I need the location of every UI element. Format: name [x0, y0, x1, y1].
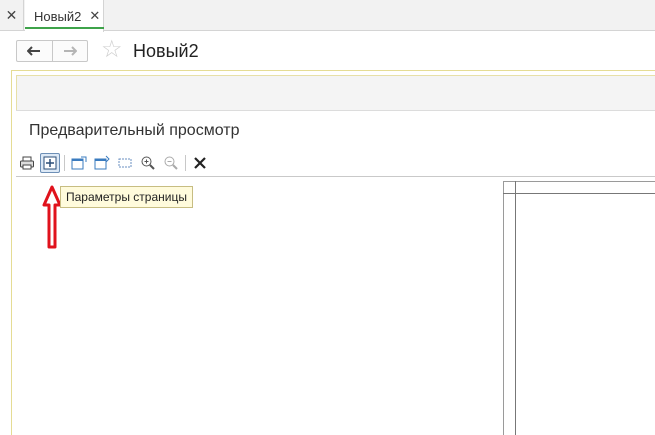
print-button[interactable]	[17, 153, 37, 173]
export-alt-icon	[94, 155, 110, 170]
page-margin-line-vertical	[515, 181, 516, 435]
export-button[interactable]	[69, 153, 89, 173]
tooltip: Параметры страницы	[60, 186, 193, 208]
close-icon[interactable]: ✕	[0, 0, 24, 31]
zoom-out-button[interactable]	[161, 153, 181, 173]
arrow-left-icon	[27, 46, 41, 56]
page-title: Новый2	[133, 41, 199, 61]
page-preview	[503, 181, 655, 435]
preview-title: Предварительный просмотр	[29, 122, 240, 139]
tab-novyi2[interactable]: Новый2 ✕	[25, 0, 104, 32]
preview-toolbar	[17, 151, 213, 175]
tab-label: Новый2	[34, 8, 82, 24]
tab-bar: ✕ Новый2 ✕	[0, 0, 655, 32]
export-icon	[71, 156, 87, 170]
print-icon	[20, 156, 34, 170]
close-preview-button[interactable]	[190, 153, 210, 173]
page-margin-line-horizontal	[503, 193, 655, 194]
close-icon	[194, 157, 206, 169]
zoom-out-icon	[164, 156, 178, 170]
select-area-icon	[118, 158, 132, 168]
close-icon[interactable]: ✕	[89, 8, 100, 24]
form-command-bar	[17, 76, 655, 110]
toolbar-separator	[185, 155, 186, 171]
back-button[interactable]	[17, 41, 53, 61]
toolbar-divider	[16, 176, 655, 177]
star-icon[interactable]: ☆	[101, 37, 123, 63]
arrow-right-icon	[63, 46, 77, 56]
page-settings-icon	[43, 156, 57, 170]
zoom-in-icon	[141, 156, 155, 170]
export-alt-button[interactable]	[92, 153, 112, 173]
page-settings-button[interactable]	[40, 153, 60, 173]
zoom-in-button[interactable]	[138, 153, 158, 173]
active-tab-indicator	[25, 27, 104, 29]
navigation-buttons	[16, 40, 88, 62]
select-area-button[interactable]	[115, 153, 135, 173]
toolbar-separator	[64, 155, 65, 171]
forward-button[interactable]	[53, 41, 88, 61]
